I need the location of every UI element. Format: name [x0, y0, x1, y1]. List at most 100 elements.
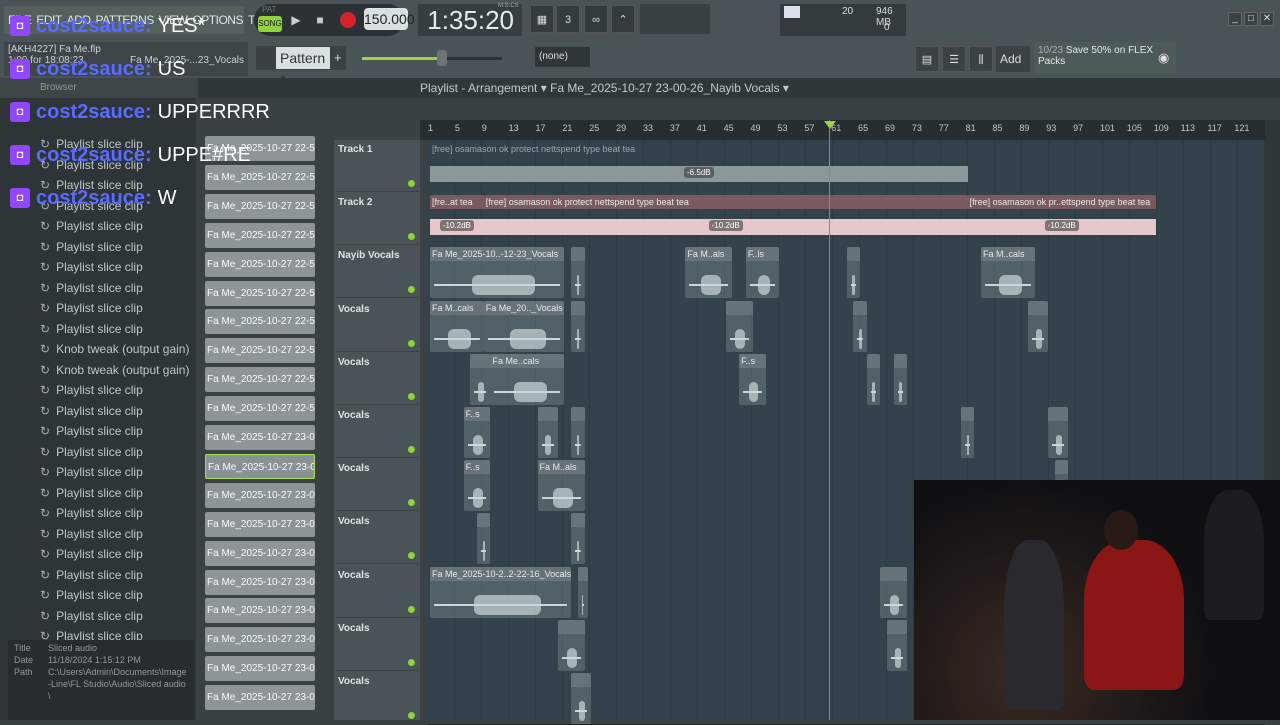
audio-clip[interactable] [886, 619, 908, 671]
audio-clip[interactable]: [free] osamason ok pr..ettspend type bea… [967, 195, 1156, 246]
clip-list-item[interactable]: Fa Me_2025-10-27 22-55... [205, 309, 315, 335]
clip-list-item[interactable]: Fa Me_2025-10-27 23-02... [205, 540, 315, 566]
browser-item[interactable]: ↻ Playlist slice clip [40, 260, 143, 278]
clip-list-item[interactable]: Fa Me_2025-10-27 23-00... [205, 425, 315, 450]
audio-clip[interactable] [571, 407, 585, 458]
browser-item[interactable]: ↻ Playlist slice clip [40, 383, 143, 401]
browser-item[interactable]: ↻ Playlist slice clip [40, 219, 143, 237]
browser-item[interactable]: ↻ Knob tweak (output gain) [40, 363, 189, 381]
channel-select[interactable]: (none) [535, 47, 590, 67]
audio-clip[interactable] [1048, 407, 1069, 458]
browser-item[interactable]: ↻ Playlist slice clip [40, 568, 143, 586]
browser-item[interactable]: ↻ Playlist slice clip [40, 588, 143, 606]
audio-clip[interactable] [571, 513, 585, 565]
browser-item[interactable]: ↻ Playlist slice clip [40, 240, 143, 258]
clip-list-item[interactable]: Fa Me_2025-10-27 23-03... [205, 598, 315, 624]
pat-mode[interactable]: PAT [262, 5, 276, 14]
audio-clip[interactable]: F..ls [745, 247, 780, 299]
audio-clip[interactable] [571, 300, 585, 352]
track-header[interactable]: Vocals [336, 406, 418, 458]
audio-clip[interactable] [571, 247, 585, 299]
track-header[interactable]: Vocals [336, 300, 418, 352]
mixer-icon[interactable]: ⫼ [969, 46, 993, 72]
clip-list-item[interactable]: Fa Me_2025-10-27 22-53... [205, 280, 315, 306]
globe-icon[interactable]: ◉ [1158, 50, 1169, 66]
track-header[interactable]: Vocals [336, 512, 418, 565]
volume-envelope[interactable]: -10.2dB [430, 219, 484, 236]
clip-list-item[interactable]: Fa Me_2025-10-27 22-56... [205, 338, 315, 364]
track-header[interactable]: Vocals [336, 672, 418, 724]
playlist-icon[interactable]: ▤ [915, 46, 939, 72]
audio-clip[interactable]: Fa M..als [685, 247, 733, 299]
audio-clip[interactable] [1028, 300, 1049, 352]
clip-list-item[interactable]: Fa Me_2025-10-27 23-01... [205, 511, 315, 537]
clip-list-item[interactable]: Fa Me_2025-10-27 22-52... [205, 222, 315, 248]
clip-list-item[interactable]: Fa Me_2025-10-27 22-57... [205, 367, 315, 393]
audio-clip[interactable] [470, 353, 491, 405]
browser-item[interactable]: ↻ Knob tweak (output gain) [40, 342, 189, 360]
track-enable-led[interactable] [408, 339, 415, 347]
volume-envelope[interactable]: -10.2dB [967, 219, 1156, 236]
audio-clip[interactable] [725, 300, 753, 352]
track-enable-led[interactable] [408, 712, 415, 719]
track-header[interactable]: Vocals [336, 566, 418, 618]
browser-item[interactable]: ↻ Playlist slice clip [40, 547, 143, 565]
browser-item[interactable]: ↻ Playlist slice clip [40, 609, 143, 627]
clip-list-item[interactable]: Fa Me_2025-10-27 23-00... [205, 453, 315, 479]
slider-handle[interactable] [437, 50, 447, 66]
record-button[interactable] [340, 12, 356, 28]
browser-item[interactable]: ↻ Playlist slice clip [40, 486, 143, 504]
browser-item[interactable]: ↻ Playlist slice clip [40, 281, 143, 299]
song-mode-button[interactable]: SONG [258, 16, 282, 32]
browser-item[interactable]: ↻ Playlist slice clip [40, 424, 143, 442]
maximize-icon[interactable]: □ [1244, 12, 1258, 26]
volume-envelope[interactable]: -10.2dB [483, 219, 968, 236]
audio-clip[interactable]: Fa M..als [537, 460, 585, 512]
audio-clip[interactable] [880, 566, 908, 618]
audio-clip[interactable] [853, 300, 867, 352]
track-header[interactable]: Vocals [336, 353, 418, 405]
tempo-field[interactable]: 150.000 [364, 8, 415, 30]
clip-list-item[interactable]: Fa Me_2025-10-27 23-02... [205, 569, 315, 595]
browser-item[interactable]: ↻ Playlist slice clip [40, 322, 143, 340]
clip-list-item[interactable]: Fa Me_2025-10-27 23-03... [205, 685, 315, 711]
audio-clip[interactable]: F..s [463, 407, 491, 458]
audio-clip[interactable] [960, 407, 975, 458]
browser-item[interactable]: ↻ Playlist slice clip [40, 404, 143, 422]
audio-clip[interactable]: Fa M..cals [981, 247, 1035, 299]
track-header[interactable]: Nayib Vocals [336, 246, 418, 299]
audio-clip[interactable]: [free] osamason ok protect nettspend typ… [430, 142, 968, 193]
loop-record-icon[interactable]: ∞ [584, 5, 608, 33]
add-pattern-button[interactable]: + [334, 50, 342, 65]
audio-clip[interactable]: [fre..at tea -10.2dB [430, 195, 484, 246]
browser-item[interactable]: ↻ Playlist slice clip [40, 506, 143, 524]
channel-rack-icon[interactable]: ☰ [942, 46, 966, 72]
track-header[interactable]: Vocals [336, 619, 418, 671]
stop-icon[interactable]: ■ [308, 8, 332, 32]
clip-list-item[interactable]: Fa Me_2025-10-27 23-03... [205, 656, 315, 682]
audio-clip[interactable] [577, 566, 588, 618]
track-enable-led[interactable] [408, 658, 415, 666]
track-enable-led[interactable] [408, 180, 415, 187]
play-icon[interactable]: ▶ [284, 8, 308, 32]
clip-list-item[interactable]: Fa Me_2025-10-27 22-51... [205, 164, 315, 190]
track-enable-led[interactable] [408, 446, 415, 453]
audio-clip[interactable]: F..s [463, 460, 491, 512]
typing-keyboard-icon[interactable]: ▦ [530, 5, 554, 33]
countdown-icon[interactable]: 3 [556, 5, 580, 33]
track-enable-led[interactable] [408, 392, 415, 400]
track-header[interactable]: Track 1 [336, 140, 418, 192]
browser-item[interactable]: ↻ Playlist slice clip [40, 527, 143, 545]
playhead-marker[interactable] [824, 121, 836, 129]
audio-clip[interactable]: Fa M..cals [430, 300, 484, 352]
audio-clip[interactable]: Fa Me_20.._Vocals [483, 300, 565, 352]
audio-clip[interactable]: F..s [739, 353, 766, 405]
clip-list-item[interactable]: Fa Me_2025-10-27 23-03... [205, 627, 315, 653]
browser-item[interactable]: ↻ Playlist slice clip [40, 301, 143, 319]
audio-clip[interactable]: Fa Me_2025-10..-12-23_Vocals [430, 247, 565, 299]
pattern-name[interactable]: Pattern 1 [276, 47, 330, 88]
audio-clip[interactable] [537, 407, 558, 458]
track-enable-led[interactable] [408, 605, 415, 613]
track-header[interactable]: Track 2 [336, 193, 418, 246]
audio-clip[interactable]: [free] osamason ok protect nettspend typ… [483, 195, 968, 246]
